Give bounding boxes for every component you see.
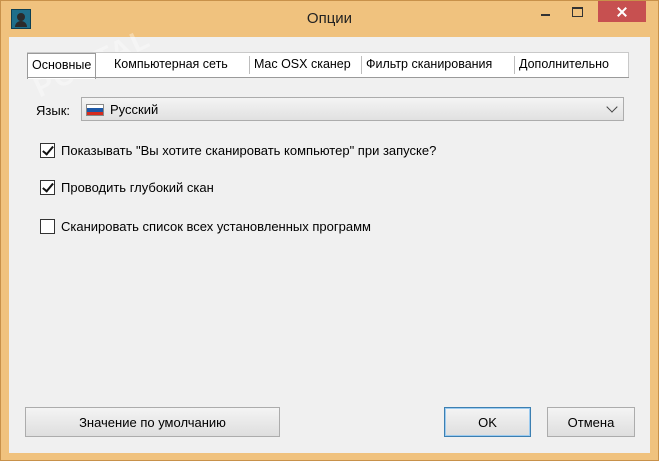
tab-general[interactable]: Основные <box>27 53 97 79</box>
ok-button[interactable]: OK <box>444 407 531 437</box>
window-title: Опции <box>306 10 353 27</box>
checkbox-deep-scan[interactable] <box>40 180 55 195</box>
option-show-prompt-label[interactable]: Показывать "Вы хотите сканировать компью… <box>61 143 436 158</box>
maximize-button[interactable] <box>564 1 590 22</box>
options-window: Опции PORTAL Основные Компьютерная сеть … <box>0 0 659 461</box>
chevron-down-icon[interactable] <box>606 101 618 113</box>
russia-flag-icon <box>86 104 104 116</box>
tab-network[interactable]: Компьютерная сеть <box>114 57 228 71</box>
tab-baseline <box>27 77 629 78</box>
option-deep-scan-label[interactable]: Проводить глубокий скан <box>61 180 214 195</box>
restore-defaults-button[interactable]: Значение по умолчанию <box>25 407 280 437</box>
tab-separator <box>361 56 362 74</box>
cancel-button[interactable]: Отмена <box>547 407 635 437</box>
option-scan-programs-label[interactable]: Сканировать список всех установленных пр… <box>61 219 371 234</box>
language-select[interactable]: Русский <box>81 97 624 121</box>
checkbox-show-prompt[interactable] <box>40 143 55 158</box>
tab-advanced[interactable]: Дополнительно <box>519 57 609 71</box>
language-label: Язык: <box>36 103 70 118</box>
tab-scan-filter[interactable]: Фильтр сканирования <box>366 57 492 71</box>
tab-mac-scanner[interactable]: Mac OSX сканер <box>254 57 351 71</box>
minimize-button[interactable] <box>532 1 558 22</box>
language-selected-value: Русский <box>110 102 159 117</box>
checkbox-scan-programs[interactable] <box>40 219 55 234</box>
tab-separator <box>249 56 250 74</box>
tab-strip: Основные Компьютерная сеть Mac OSX скане… <box>27 52 629 79</box>
dialog-content: PORTAL Основные Компьютерная сеть Mac OS… <box>9 22 650 453</box>
close-button[interactable] <box>598 1 646 22</box>
title-bar[interactable]: Опции <box>1 1 658 37</box>
tab-separator <box>514 56 515 74</box>
